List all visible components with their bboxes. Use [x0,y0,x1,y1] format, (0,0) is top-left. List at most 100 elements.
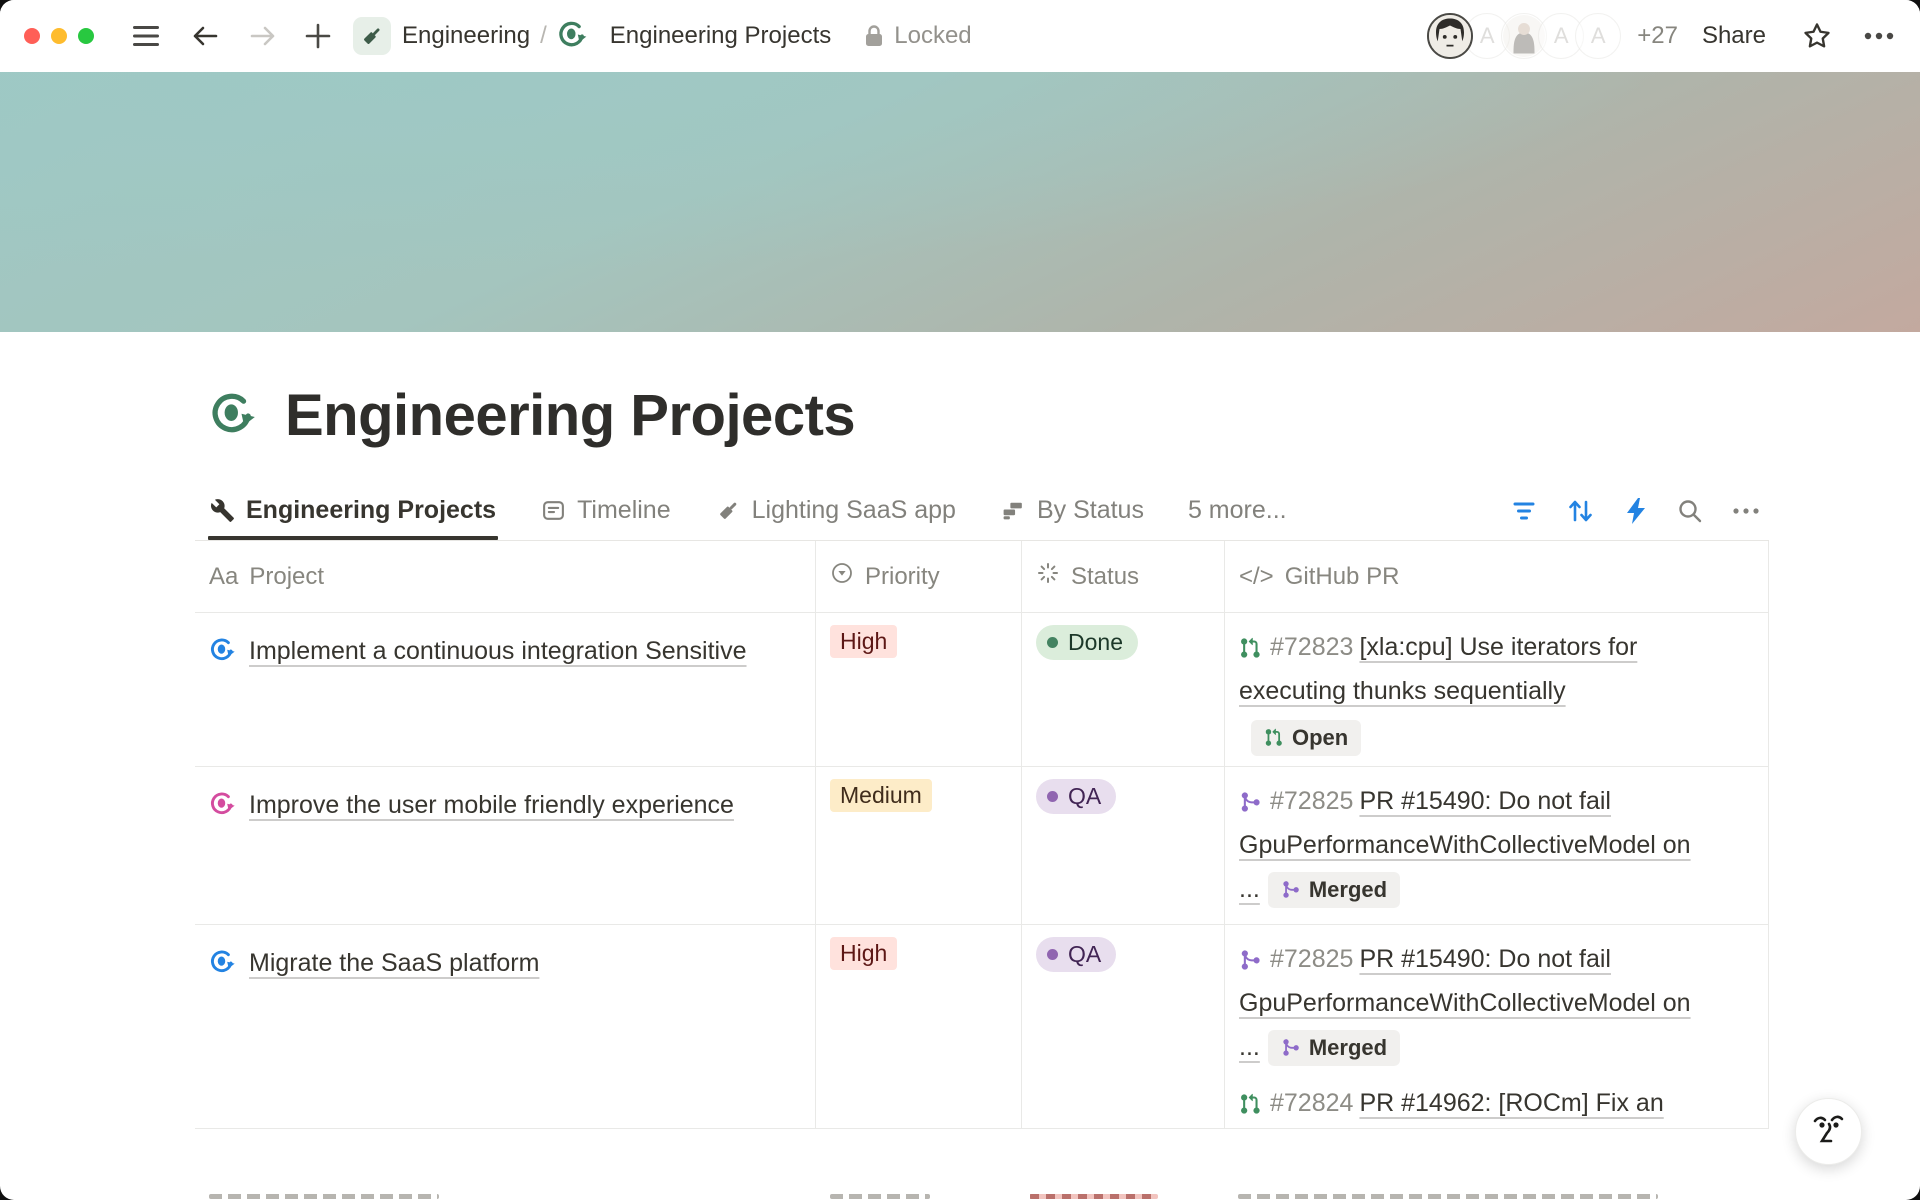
collaborator-overflow-count[interactable]: +27 [1637,22,1678,50]
status-cell[interactable]: Done [1022,613,1225,767]
breadcrumb-page-icon[interactable] [557,20,589,52]
priority-badge: High [830,625,897,658]
notion-ai-button[interactable] [1795,1098,1862,1165]
status-dot [1047,949,1058,960]
breadcrumb-separator: / [540,22,547,50]
back-icon[interactable] [191,24,219,48]
sort-icon[interactable] [1567,498,1595,524]
project-cell[interactable]: Migrate the SaaS platform [195,925,816,1129]
project-page-icon [209,637,237,665]
pr-entry: #72825PR #15490: Do not fail GpuPerforma… [1239,779,1709,911]
text-property-icon: Aa [209,563,238,591]
tab-by-status[interactable]: By Status [999,496,1146,539]
code-property-icon: </> [1239,563,1274,591]
project-cell[interactable]: Improve the user mobile friendly experie… [195,767,816,924]
favorite-star-icon[interactable] [1802,21,1832,51]
status-dot [1047,637,1058,648]
view-tabs-bar: Engineering Projects Timeline Lighting S… [195,485,1769,541]
partial-next-row [195,1194,1769,1200]
project-title-link[interactable]: Implement a continuous integration Sensi… [249,637,747,665]
column-label: Status [1071,563,1139,591]
column-header-priority[interactable]: Priority [816,541,1022,612]
git-pull-request-icon [1239,1093,1261,1115]
toolbar: Engineering / Engineering Projects Locke… [0,0,1920,72]
column-header-github-pr[interactable]: </> GitHub PR [1225,541,1769,612]
pr-number: #72825 [1270,945,1353,973]
priority-badge: Medium [830,779,932,812]
wrench-icon [210,498,235,523]
lock-toggle[interactable]: Locked [863,22,971,50]
column-header-status[interactable]: Status [1022,541,1225,612]
status-badge: QA [1036,937,1116,972]
github-pr-cell[interactable]: #72825PR #15490: Do not fail GpuPerforma… [1225,925,1769,1129]
project-title-link[interactable]: Migrate the SaaS platform [249,949,539,977]
view-more-icon[interactable] [1733,508,1759,514]
board-icon [1001,498,1026,523]
column-label: GitHub PR [1285,563,1400,591]
pr-state-badge: Merged [1268,1030,1400,1066]
sidebar-toggle-icon[interactable] [133,25,161,47]
tab-label: By Status [1037,496,1144,525]
collaborator-avatars[interactable]: A A A [1427,13,1621,59]
breadcrumb-workspace[interactable]: Engineering [402,22,530,50]
project-cell[interactable]: Implement a continuous integration Sensi… [195,613,816,767]
hammer-icon [716,498,741,523]
database-table: Aa Project Priority Status </> [195,541,1769,1129]
status-badge: QA [1036,779,1116,814]
git-merge-icon [1281,1038,1300,1057]
table-row: Migrate the SaaS platform High QA #72825… [195,925,1769,1129]
pr-number: #72824 [1270,1089,1353,1117]
page-icon[interactable] [209,391,259,441]
avatar[interactable]: A [1575,13,1621,59]
github-pr-cell[interactable]: #72823[xla:cpu] Use iterators for execut… [1225,613,1769,767]
close-window-button[interactable] [24,28,40,44]
status-cell[interactable]: QA [1022,925,1225,1129]
page-content: Engineering Projects Engineering Project… [195,332,1769,1129]
pr-number: #72825 [1270,787,1353,815]
pr-state-badge: Merged [1268,872,1400,908]
tab-label: Engineering Projects [246,496,496,525]
filter-icon[interactable] [1511,500,1537,522]
tab-label: Timeline [577,496,671,525]
view-actions [1511,497,1769,525]
more-options-icon[interactable] [1864,32,1894,40]
column-header-project[interactable]: Aa Project [195,541,816,612]
priority-cell[interactable]: High [816,925,1022,1129]
pr-entry: #72824PR #14962: [ROCm] Fix an issue wit… [1239,1081,1709,1129]
breadcrumb-page[interactable]: Engineering Projects [610,22,831,50]
minimize-window-button[interactable] [51,28,67,44]
new-tab-icon[interactable] [305,23,331,49]
tab-timeline[interactable]: Timeline [539,496,673,539]
git-merge-icon [1239,791,1261,813]
table-row: Improve the user mobile friendly experie… [195,767,1769,925]
priority-cell[interactable]: High [816,613,1022,767]
search-icon[interactable] [1677,498,1703,524]
share-button[interactable]: Share [1702,22,1766,50]
tab-engineering-projects[interactable]: Engineering Projects [208,496,498,539]
select-property-icon [830,561,854,592]
pr-entry: #72825PR #15490: Do not fail GpuPerforma… [1239,937,1709,1069]
git-pull-request-icon [1239,637,1261,659]
cover-image [0,72,1920,332]
table-row: Implement a continuous integration Sensi… [195,613,1769,767]
status-cell[interactable]: QA [1022,767,1225,924]
pr-state-badge: Open [1251,720,1361,756]
column-label: Priority [865,563,940,591]
project-page-icon [209,949,237,977]
priority-cell[interactable]: Medium [816,767,1022,924]
avatar[interactable] [1427,13,1473,59]
more-views-button[interactable]: 5 more... [1188,496,1287,525]
status-dot [1047,791,1058,802]
table-header-row: Aa Project Priority Status </> [195,541,1769,613]
forward-icon[interactable] [249,24,277,48]
timeline-card-icon [541,498,566,523]
lightning-icon[interactable] [1625,497,1647,525]
priority-badge: High [830,937,897,970]
tab-lighting-saas-app[interactable]: Lighting SaaS app [714,496,958,539]
zoom-window-button[interactable] [78,28,94,44]
project-title-link[interactable]: Improve the user mobile friendly experie… [249,791,734,819]
breadcrumb-workspace-icon[interactable] [353,17,391,55]
page-title[interactable]: Engineering Projects [285,382,855,449]
github-pr-cell[interactable]: #72825PR #15490: Do not fail GpuPerforma… [1225,767,1769,924]
column-label: Project [249,563,324,591]
